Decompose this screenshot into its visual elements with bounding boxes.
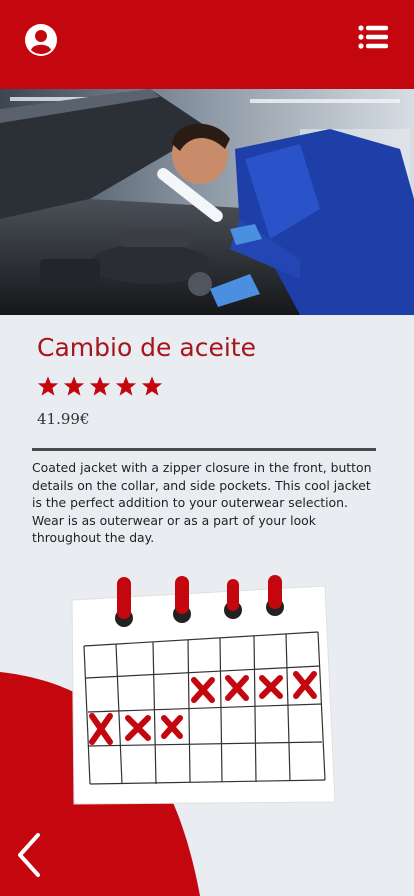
star-icon [141,376,163,396]
rating-stars [37,375,163,397]
chevron-left-icon [18,833,40,877]
menu-button[interactable] [358,25,388,49]
divider [32,448,376,451]
star-icon [89,376,111,396]
profile-button[interactable] [25,24,57,56]
service-price: 41.99€ [37,410,90,428]
back-button[interactable] [14,832,44,878]
user-circle-icon [25,24,57,56]
hero-image [0,89,414,315]
list-menu-icon [358,25,388,49]
star-icon [63,376,85,396]
service-title: Cambio de aceite [37,333,256,362]
top-bar [0,0,414,89]
star-icon [37,376,59,396]
calendar-with-crossed-days-icon [71,575,336,805]
service-description: Coated jacket with a zipper closure in t… [32,460,372,545]
star-icon [115,376,137,396]
mechanic-photo [0,89,414,315]
